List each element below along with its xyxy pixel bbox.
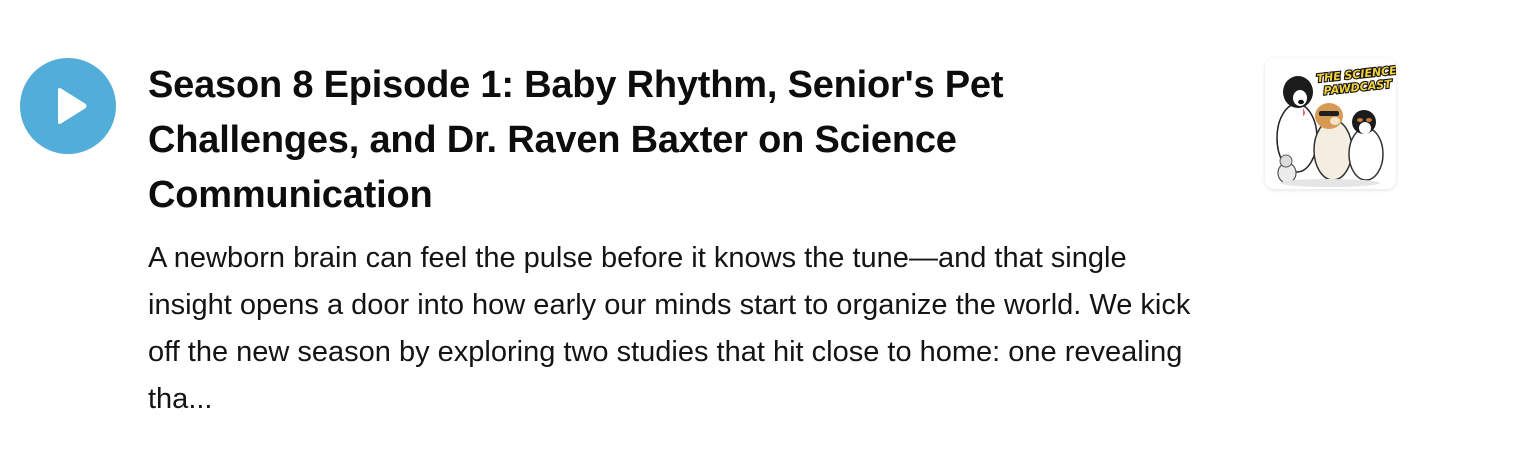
episode-title[interactable]: Season 8 Episode 1: Baby Rhythm, Senior'… [148, 58, 1048, 223]
play-button[interactable] [20, 58, 116, 154]
podcast-artwork-image: THE SCIENCE PAWDCAST [1265, 58, 1396, 189]
play-icon [58, 88, 87, 124]
podcast-artwork[interactable]: THE SCIENCE PAWDCAST [1265, 58, 1396, 189]
episode-description: A newborn brain can feel the pulse befor… [148, 242, 1191, 415]
episode-card: Season 8 Episode 1: Baby Rhythm, Senior'… [0, 0, 1528, 462]
episode-text: Season 8 Episode 1: Baby Rhythm, Senior'… [148, 58, 1208, 423]
